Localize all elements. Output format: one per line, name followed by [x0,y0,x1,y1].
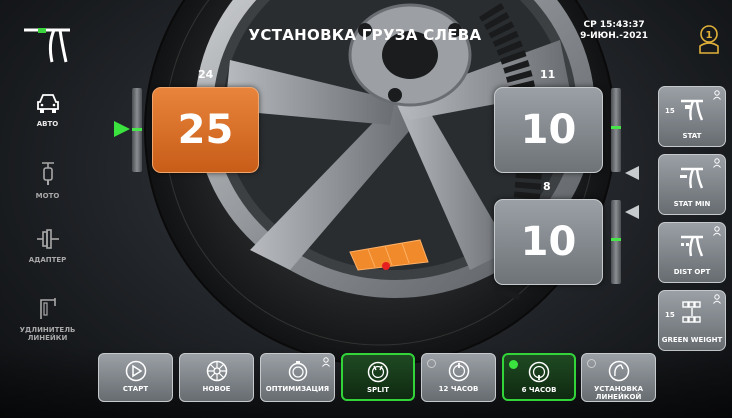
right-inner-position-bar [611,200,621,284]
ruler-extension-icon [39,298,56,319]
sidebar-item-label: УДЛИНИТЕЛЬ ЛИНЕЙКИ [19,326,76,342]
left-weight-value: 25 [177,107,234,153]
stat-min-icon [680,167,704,189]
user-icon [713,158,721,168]
motorcycle-icon [41,162,54,185]
radio-indicator-selected [509,360,518,369]
green-weight-icon [682,301,701,323]
twelve-oclock-button[interactable]: 12 ЧАСОВ [421,353,496,402]
adapter-icon [36,229,59,249]
stat-button[interactable]: 15 STAT [658,86,726,147]
optimization-label: ОПТИМИЗАЦИЯ [265,385,330,393]
stat-weight-icon [681,99,704,121]
ruler-placement-label: УСТАНОВКА ЛИНЕЙКОЙ [593,385,643,401]
new-label: НОВОЕ [202,385,231,393]
six-oclock-label: 6 ЧАСОВ [521,386,557,394]
svg-text:1: 1 [706,30,713,41]
new-wheel-icon [206,360,227,382]
right-inner-residual-value: 8 [543,180,551,193]
start-label: СТАРТ [122,385,149,393]
green-weight-label: GREEN WEIGHT [661,336,723,344]
user-icon [713,226,721,236]
twelve-oclock-label: 12 ЧАСОВ [438,385,479,393]
ruler-placement-button[interactable]: УСТАНОВКА ЛИНЕЙКОЙ [581,353,656,402]
right-inner-weight-value: 10 [520,219,577,265]
right-inner-pointer-icon [625,205,639,219]
six-oclock-icon [528,361,550,383]
right-outer-position-bar [611,88,621,172]
play-icon [125,360,146,382]
green-weight-count: 15 [665,311,675,319]
split-icon [367,361,389,383]
position-mark [611,126,621,129]
start-button[interactable]: СТАРТ [98,353,173,402]
dist-opt-icon [681,235,704,257]
right-inner-weight-display: 10 [494,199,603,285]
dist-opt-button[interactable]: DIST OPT [658,222,726,283]
position-mark [132,128,142,131]
left-weight-display: 25 [152,87,259,173]
left-residual-value: 24 [198,68,214,81]
date-text: 9-ИЮН.-2021 [580,31,648,41]
user-icon [713,90,721,100]
radio-indicator [587,359,596,368]
car-icon [36,94,59,113]
right-outer-weight-display: 10 [494,87,603,173]
optimization-button[interactable]: ОПТИМИЗАЦИЯ [260,353,335,402]
user-icon [322,357,330,367]
ruler-placement-icon [608,360,629,382]
position-mark [611,238,621,241]
stat-min-button[interactable]: STAT MIN [658,154,726,215]
machine-mode-icon[interactable] [18,22,78,64]
page-title: УСТАНОВКА ГРУЗА СЛЕВА [248,26,482,44]
dist-opt-label: DIST OPT [673,268,711,276]
balancer-screen: УСТАНОВКА ГРУЗА СЛЕВА СР 15:43:37 9-ИЮН.… [0,0,732,418]
user-icon [713,294,721,304]
split-label: SPLIT [366,386,389,394]
stat-count: 15 [665,107,675,115]
six-oclock-button[interactable]: 6 ЧАСОВ [502,353,576,401]
green-weight-button[interactable]: 15 GREEN WEIGHT [658,290,726,351]
twelve-oclock-icon [448,360,469,382]
sidebar-item-moto[interactable]: МОТО [10,160,85,200]
stat-label: STAT [682,132,702,140]
user-profile-icon[interactable]: 1 [698,24,720,54]
sidebar-item-label: МОТО [35,192,60,200]
sidebar-item-adapter[interactable]: АДАПТЕР [10,228,85,264]
right-outer-residual-value: 11 [540,68,556,81]
sidebar-item-ruler-extension[interactable]: УДЛИНИТЕЛЬ ЛИНЕЙКИ [10,296,85,342]
split-button[interactable]: SPLIT [341,353,415,401]
optimization-icon [288,361,307,382]
datetime-display: СР 15:43:37 9-ИЮН.-2021 [580,20,648,42]
right-outer-pointer-icon [625,166,639,180]
new-button[interactable]: НОВОЕ [179,353,254,402]
left-plane-position-bar [132,88,142,172]
right-outer-weight-value: 10 [520,107,577,153]
sidebar-item-label: АВТО [36,120,59,128]
left-plane-pointer-icon [114,121,130,137]
radio-indicator [427,359,436,368]
sidebar-item-auto[interactable]: АВТО [10,92,85,128]
sidebar-item-label: АДАПТЕР [28,256,67,264]
time-text: СР 15:43:37 [583,20,645,30]
stat-min-label: STAT MIN [673,200,711,208]
